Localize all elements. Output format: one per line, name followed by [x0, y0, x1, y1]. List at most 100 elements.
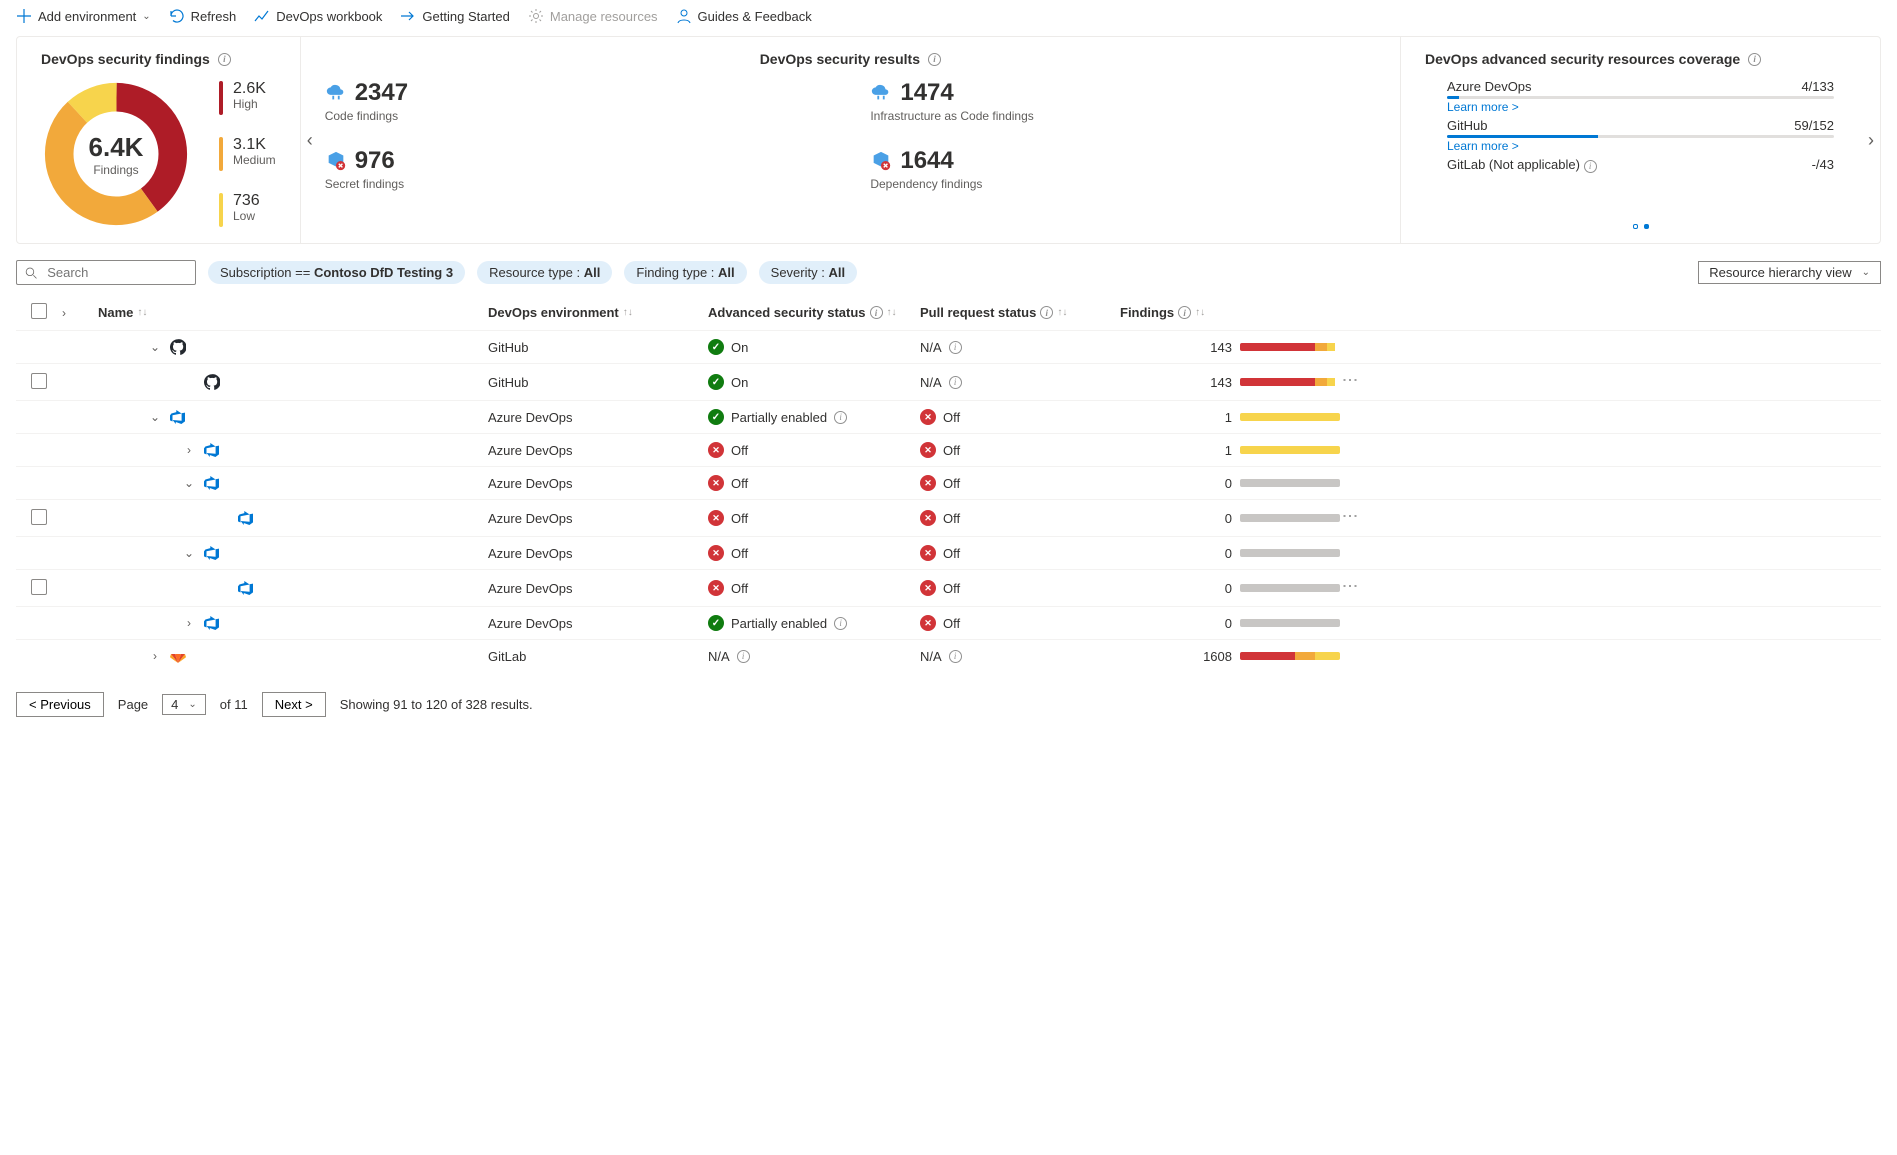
expand-toggle[interactable]: ›: [182, 616, 196, 630]
col-advanced[interactable]: Advanced security statusi↑↓: [708, 305, 920, 320]
expand-toggle[interactable]: ⌄: [148, 410, 162, 424]
coverage-bar: [1447, 135, 1834, 138]
learn-more-link[interactable]: Learn more >: [1447, 139, 1519, 153]
arrow-right-icon: [400, 8, 416, 24]
page-of: of 11: [220, 697, 248, 712]
result-item[interactable]: 976 Secret findings: [325, 147, 831, 191]
table-row[interactable]: › Azure DevOps Partially enabled i Off 0: [16, 606, 1881, 639]
info-icon[interactable]: i: [1178, 306, 1191, 319]
info-icon[interactable]: i: [949, 650, 962, 663]
carousel-dot[interactable]: [1633, 224, 1638, 229]
sort-icon: ↑↓: [1195, 307, 1205, 318]
result-item[interactable]: 1474 Infrastructure as Code findings: [870, 79, 1376, 123]
chevron-down-icon: ⌄: [188, 699, 196, 710]
info-icon[interactable]: i: [737, 650, 750, 663]
table-row[interactable]: GitHub On N/A i 143 ⋮: [16, 363, 1881, 400]
advanced-status-cell: N/A i: [708, 649, 920, 664]
info-icon[interactable]: i: [928, 53, 941, 66]
expand-toggle[interactable]: ›: [182, 443, 196, 457]
info-icon[interactable]: i: [870, 306, 883, 319]
col-name[interactable]: Name↑↓: [98, 305, 488, 320]
filter-pill-finding-type[interactable]: Finding type : All: [624, 261, 746, 284]
prev-page-button[interactable]: < Previous: [16, 692, 104, 717]
result-item[interactable]: 1644 Dependency findings: [870, 147, 1376, 191]
table-row[interactable]: ⌄ Azure DevOps Off Off 0: [16, 466, 1881, 499]
row-more-button[interactable]: ⋮: [1340, 508, 1359, 525]
filter-pill-subscription[interactable]: Subscription == Contoso DfD Testing 3: [208, 261, 465, 284]
coverage-card-title: DevOps advanced security resources cover…: [1425, 51, 1856, 67]
row-checkbox[interactable]: [31, 373, 47, 389]
info-icon[interactable]: i: [218, 53, 231, 66]
devops-workbook-button[interactable]: DevOps workbook: [254, 8, 382, 24]
table-row[interactable]: Azure DevOps Off Off 0 ⋮: [16, 569, 1881, 606]
row-checkbox[interactable]: [31, 579, 47, 595]
row-more-button[interactable]: ⋮: [1340, 578, 1359, 595]
col-pr[interactable]: Pull request statusi↑↓: [920, 305, 1120, 320]
learn-more-link[interactable]: Learn more >: [1447, 100, 1519, 114]
col-env[interactable]: DevOps environment↑↓: [488, 305, 708, 320]
azure-devops-icon: [238, 510, 254, 526]
status-off-icon: [708, 475, 724, 491]
findings-cell: 0: [1120, 581, 1340, 596]
filter-pill-resource-type[interactable]: Resource type : All: [477, 261, 612, 284]
status-off-icon: [920, 409, 936, 425]
search-input-wrapper[interactable]: [16, 260, 196, 285]
table-row[interactable]: Azure DevOps Off Off 0 ⋮: [16, 499, 1881, 536]
azure-devops-icon: [238, 580, 254, 596]
expand-toggle[interactable]: ⌄: [148, 340, 162, 354]
info-icon[interactable]: i: [1040, 306, 1053, 319]
carousel-dot[interactable]: [1644, 224, 1649, 229]
carousel-dots: [1425, 210, 1856, 229]
result-item[interactable]: 2347 Code findings: [325, 79, 831, 123]
findings-bar: [1240, 479, 1340, 487]
guides-label: Guides & Feedback: [698, 9, 812, 24]
expand-toggle[interactable]: ⌄: [182, 476, 196, 490]
add-environment-button[interactable]: Add environment ⌄: [16, 8, 151, 24]
search-input[interactable]: [45, 264, 187, 281]
info-icon[interactable]: i: [1748, 53, 1761, 66]
expand-toggle[interactable]: ›: [148, 649, 162, 663]
carousel-prev-button[interactable]: ‹: [299, 129, 321, 151]
view-dropdown[interactable]: Resource hierarchy view⌄: [1698, 261, 1881, 284]
result-count: 1474: [900, 79, 953, 107]
row-checkbox[interactable]: [31, 509, 47, 525]
status-off-icon: [708, 510, 724, 526]
advanced-status-cell: Off: [708, 442, 920, 458]
table-row[interactable]: ⌄ Azure DevOps Partially enabled i Off 1: [16, 400, 1881, 433]
table-row[interactable]: ⌄ GitHub On N/A i 143: [16, 330, 1881, 363]
select-all-checkbox[interactable]: [31, 303, 47, 319]
page-select[interactable]: 4⌄: [162, 694, 206, 715]
name-cell: ›: [98, 442, 488, 458]
row-more-button[interactable]: ⋮: [1340, 372, 1359, 389]
table-row[interactable]: › Azure DevOps Off Off 1: [16, 433, 1881, 466]
expand-all-button[interactable]: ›: [62, 306, 98, 320]
getting-started-button[interactable]: Getting Started: [400, 8, 509, 24]
guides-feedback-button[interactable]: Guides & Feedback: [676, 8, 812, 24]
results-showing: Showing 91 to 120 of 328 results.: [340, 697, 533, 712]
refresh-button[interactable]: Refresh: [169, 8, 237, 24]
coverage-name: GitHub: [1447, 118, 1487, 133]
info-icon[interactable]: i: [834, 411, 847, 424]
azure-devops-icon: [204, 442, 220, 458]
table-row[interactable]: ⌄ Azure DevOps Off Off 0: [16, 536, 1881, 569]
next-page-button[interactable]: Next >: [262, 692, 326, 717]
name-cell: ›: [98, 615, 488, 631]
findings-bar: [1240, 446, 1340, 454]
filter-pill-severity[interactable]: Severity : All: [759, 261, 857, 284]
carousel-next-button[interactable]: ›: [1860, 129, 1881, 151]
table-header: › Name↑↓ DevOps environment↑↓ Advanced s…: [16, 295, 1881, 330]
info-icon[interactable]: i: [949, 341, 962, 354]
info-icon[interactable]: i: [949, 376, 962, 389]
github-icon: [170, 339, 186, 355]
table-row[interactable]: › GitLab N/A i N/A i 1608: [16, 639, 1881, 672]
info-icon[interactable]: i: [1584, 160, 1597, 173]
info-icon[interactable]: i: [834, 617, 847, 630]
expand-toggle[interactable]: ⌄: [182, 546, 196, 560]
status-off-icon: [920, 545, 936, 561]
pr-status-cell: Off: [920, 510, 1120, 526]
results-title-text: DevOps security results: [760, 51, 920, 67]
findings-cell: 1: [1120, 443, 1340, 458]
env-cell: Azure DevOps: [488, 511, 708, 526]
pr-status-cell: Off: [920, 442, 1120, 458]
col-findings[interactable]: Findingsi↑↓: [1120, 305, 1340, 320]
